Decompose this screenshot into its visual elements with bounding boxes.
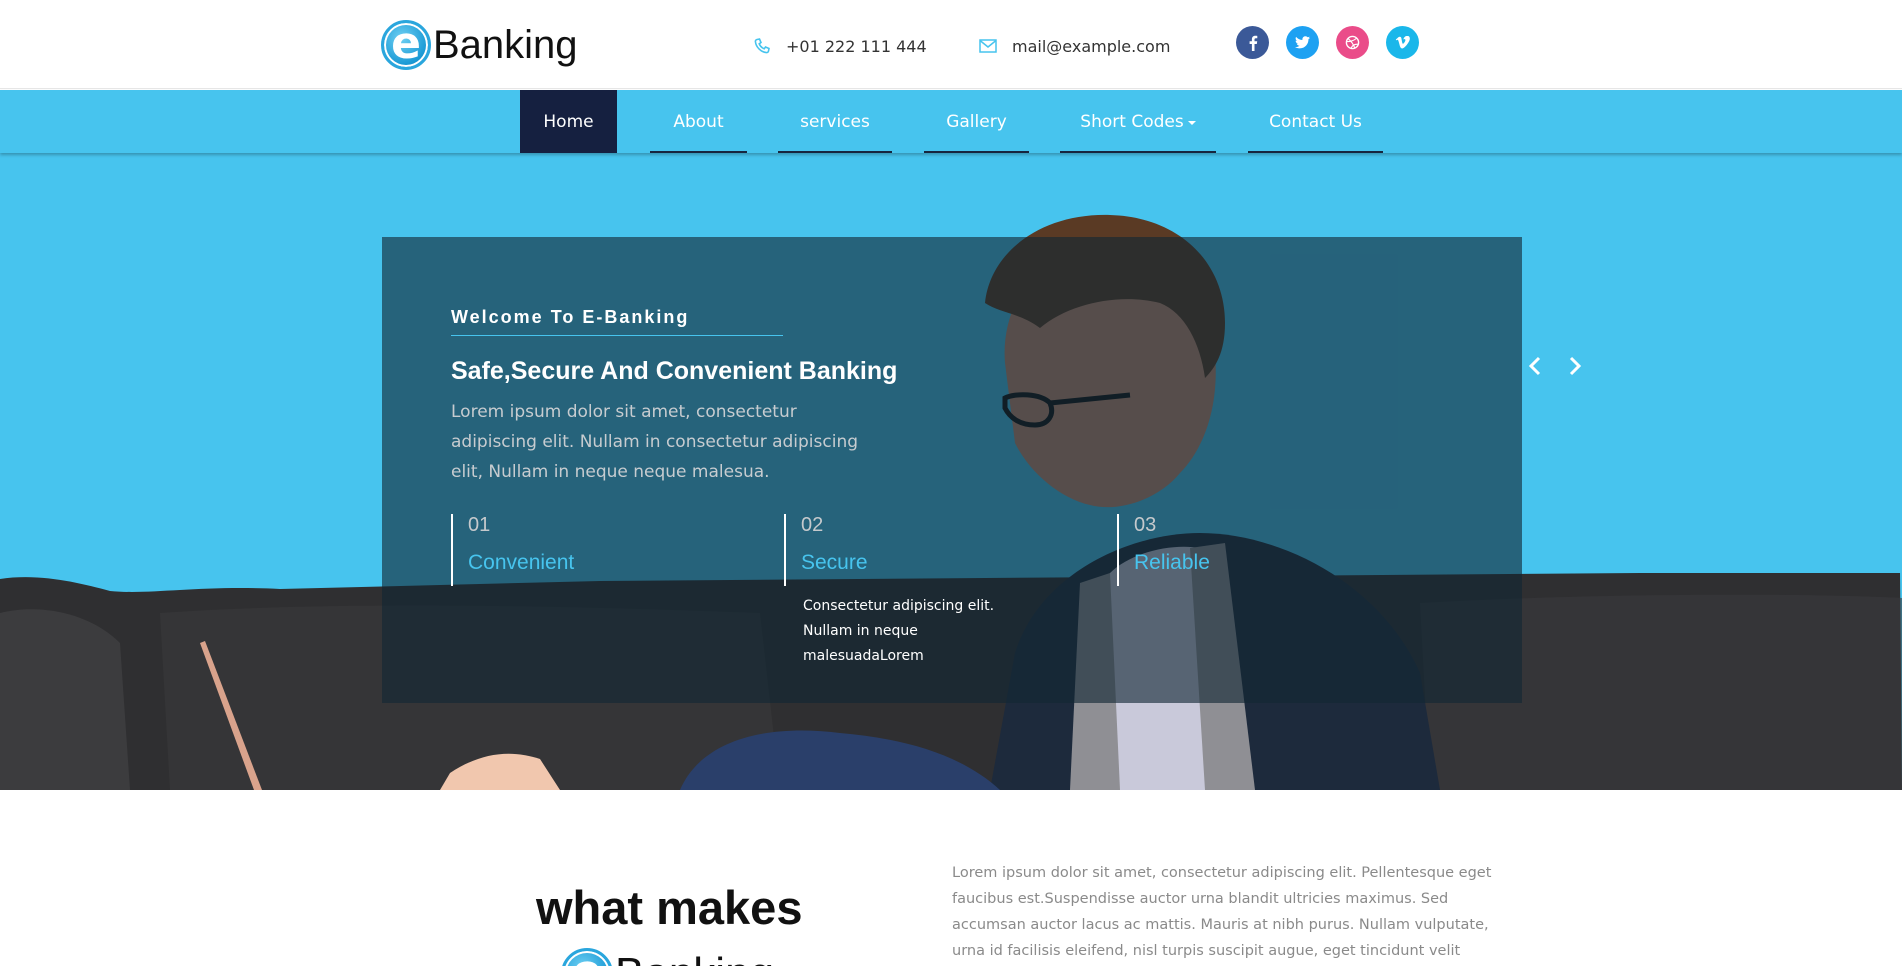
- feature-description: Consectetur adipiscing elit. Nullam in n…: [803, 598, 995, 664]
- feature-title: Secure: [801, 551, 868, 574]
- nav-contact-label: Contact Us: [1269, 111, 1362, 132]
- hero-headline: Safe,Secure And Convenient Banking: [451, 357, 898, 385]
- phone-icon: [752, 36, 772, 56]
- logo-text: Banking: [615, 949, 774, 966]
- site-header: e Banking +01 222 111 444 mail@example.c…: [0, 0, 1902, 89]
- nav-contact-us[interactable]: Contact Us: [1248, 90, 1383, 153]
- nav-home-label: Home: [543, 111, 594, 132]
- dribbble-icon[interactable]: [1336, 26, 1369, 59]
- nav-short-codes[interactable]: Short Codes: [1060, 90, 1216, 153]
- hero-banner: Welcome To E-Banking Safe,Secure And Con…: [0, 153, 1902, 790]
- nav-short-codes-label: Short Codes: [1080, 111, 1184, 132]
- about-title: what makes: [536, 881, 803, 934]
- nav-underline: [924, 151, 1029, 153]
- site-logo[interactable]: e Banking: [381, 17, 578, 73]
- feature-number: 03: [1134, 514, 1157, 536]
- social-links: [1236, 26, 1419, 59]
- logo-e-mark: e: [381, 20, 431, 70]
- about-paragraph: Lorem ipsum dolor sit amet, consectetur …: [952, 865, 1492, 959]
- nav-gallery[interactable]: Gallery: [924, 90, 1029, 153]
- twitter-icon[interactable]: [1286, 26, 1319, 59]
- nav-underline: [1248, 151, 1383, 153]
- slider-next-arrow-icon[interactable]: [1564, 351, 1586, 381]
- nav-underline: [650, 151, 747, 153]
- hero-welcome-underline: [451, 335, 783, 336]
- feature-number: 02: [801, 514, 824, 536]
- about-logo: e Banking: [561, 948, 774, 966]
- facebook-icon[interactable]: [1236, 26, 1269, 59]
- nav-services-label: services: [800, 111, 870, 132]
- feature-title: Convenient: [468, 551, 575, 574]
- feature-title: Reliable: [1134, 551, 1210, 574]
- mail-icon: [978, 36, 998, 56]
- main-nav: Home About services Gallery Short Codes …: [0, 90, 1902, 153]
- header-email: mail@example.com: [978, 36, 1170, 56]
- hero-lead-text: Lorem ipsum dolor sit amet, consectetur …: [451, 402, 859, 482]
- dropdown-caret-icon: [1187, 120, 1196, 125]
- nav-underline: [778, 151, 892, 153]
- hero-content-panel: Welcome To E-Banking Safe,Secure And Con…: [382, 237, 1522, 703]
- nav-about-label: About: [673, 111, 724, 132]
- feature-convenient: 01 Convenient: [451, 514, 751, 586]
- feature-number: 01: [468, 514, 491, 536]
- nav-home[interactable]: Home: [520, 90, 617, 153]
- logo-text: Banking: [433, 22, 578, 67]
- feature-reliable: 03 Reliable: [1117, 514, 1417, 586]
- nav-about[interactable]: About: [650, 90, 747, 153]
- email-address[interactable]: mail@example.com: [1012, 37, 1170, 56]
- vimeo-icon[interactable]: [1386, 26, 1419, 59]
- nav-gallery-label: Gallery: [946, 111, 1007, 132]
- nav-services[interactable]: services: [778, 90, 892, 153]
- phone-number[interactable]: +01 222 111 444: [786, 37, 927, 56]
- nav-underline: [1060, 151, 1216, 153]
- hero-welcome-text: Welcome To E-Banking: [451, 307, 690, 327]
- slider-prev-arrow-icon[interactable]: [1524, 351, 1546, 381]
- logo-e-mark: e: [561, 948, 613, 966]
- feature-secure: 02 Secure Consectetur adipiscing elit. N…: [784, 514, 1084, 664]
- header-phone: +01 222 111 444: [752, 36, 927, 56]
